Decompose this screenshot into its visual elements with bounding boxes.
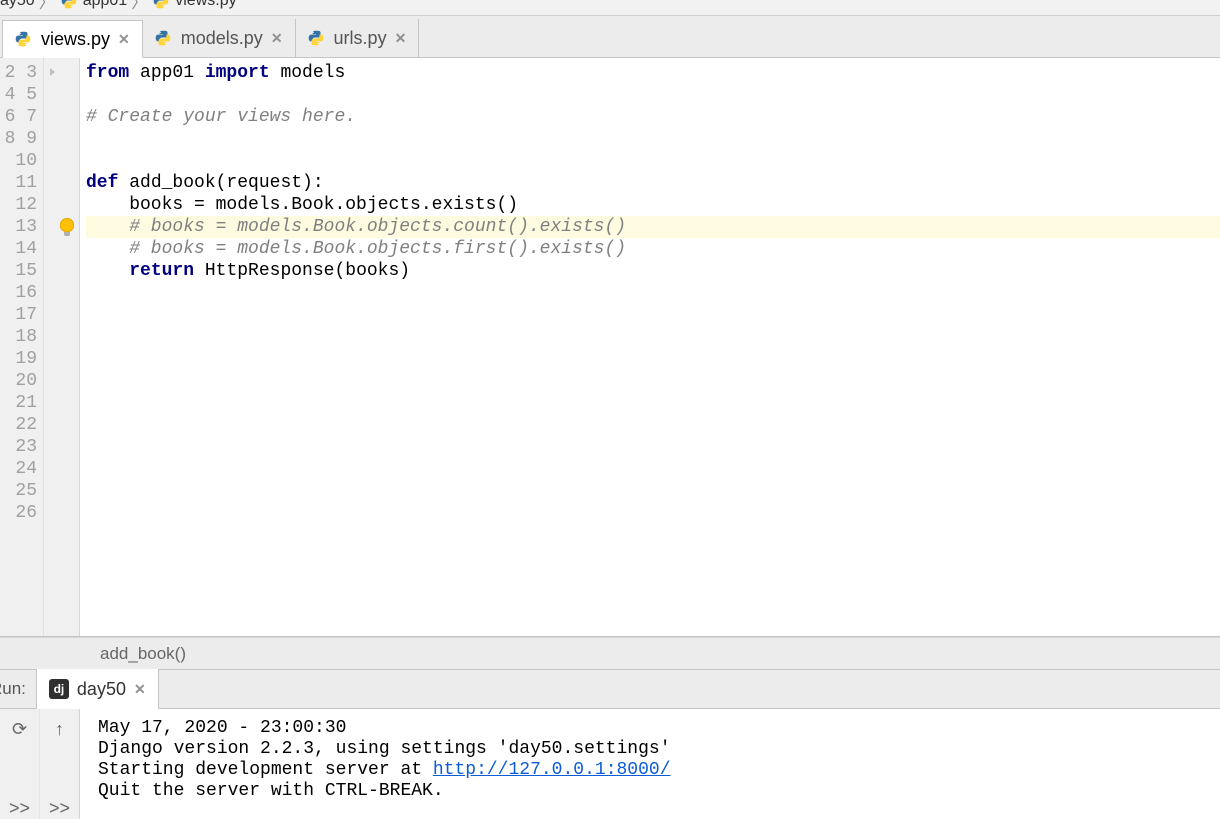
chevron-right-icon: 〉 [39, 0, 55, 13]
close-icon[interactable]: ✕ [395, 30, 407, 47]
up-arrow-icon[interactable]: ↑ [55, 719, 64, 740]
editor-tabs: views.py ✕ models.py ✕ urls.py ✕ [0, 16, 1220, 58]
close-icon[interactable]: ✕ [118, 31, 130, 48]
chevron-right-icon: 〉 [131, 0, 147, 13]
fold-toggle-icon[interactable] [50, 68, 55, 76]
expand-icon[interactable]: >> [49, 798, 70, 819]
intention-bulb-icon[interactable] [60, 218, 74, 232]
run-console: ⟳ >> ↑ >> May 17, 2020 - 23:00:30Django … [0, 709, 1220, 819]
server-url-link[interactable]: http://127.0.0.1:8000/ [433, 760, 671, 780]
console-toolbar-left: ⟳ >> [0, 709, 40, 819]
console-output[interactable]: May 17, 2020 - 23:00:30Django version 2.… [80, 709, 1220, 819]
tab-label: views.py [41, 29, 110, 50]
editor: 2 3 4 5 6 7 8 9 10 11 12 13 14 15 16 17 … [0, 58, 1220, 637]
console-toolbar-left-2: ↑ >> [40, 709, 80, 819]
expand-icon[interactable]: >> [9, 798, 30, 819]
close-icon[interactable]: ✕ [134, 681, 146, 698]
close-icon[interactable]: ✕ [271, 30, 283, 47]
rerun-icon[interactable]: ⟳ [12, 719, 27, 740]
breadcrumb-item[interactable]: views.py [151, 0, 236, 11]
editor-tab[interactable]: views.py ✕ [2, 20, 143, 58]
python-folder-icon [59, 0, 79, 11]
code-area[interactable]: from app01 import models # Create your v… [80, 58, 1220, 636]
breadcrumb: ay50 〉 app01 〉 views.py [0, 0, 1220, 16]
tab-label: urls.py [334, 28, 387, 49]
python-file-icon [306, 28, 326, 48]
run-toolwindow-header: Run: dj day50 ✕ [0, 669, 1220, 709]
function-breadcrumb[interactable]: add_book() [0, 637, 1220, 669]
fold-gutter [44, 58, 80, 636]
editor-tab[interactable]: models.py ✕ [143, 19, 296, 57]
run-label: Run: [0, 679, 36, 699]
line-number-gutter: 2 3 4 5 6 7 8 9 10 11 12 13 14 15 16 17 … [0, 58, 44, 636]
django-icon: dj [49, 679, 69, 699]
run-config-tab[interactable]: dj day50 ✕ [36, 669, 159, 709]
breadcrumb-item[interactable]: ay50 [0, 0, 35, 10]
python-file-icon [151, 0, 171, 11]
breadcrumb-item[interactable]: app01 [59, 0, 128, 11]
tab-label: models.py [181, 28, 263, 49]
python-file-icon [153, 28, 173, 48]
editor-tab[interactable]: urls.py ✕ [296, 19, 420, 57]
python-file-icon [13, 29, 33, 49]
